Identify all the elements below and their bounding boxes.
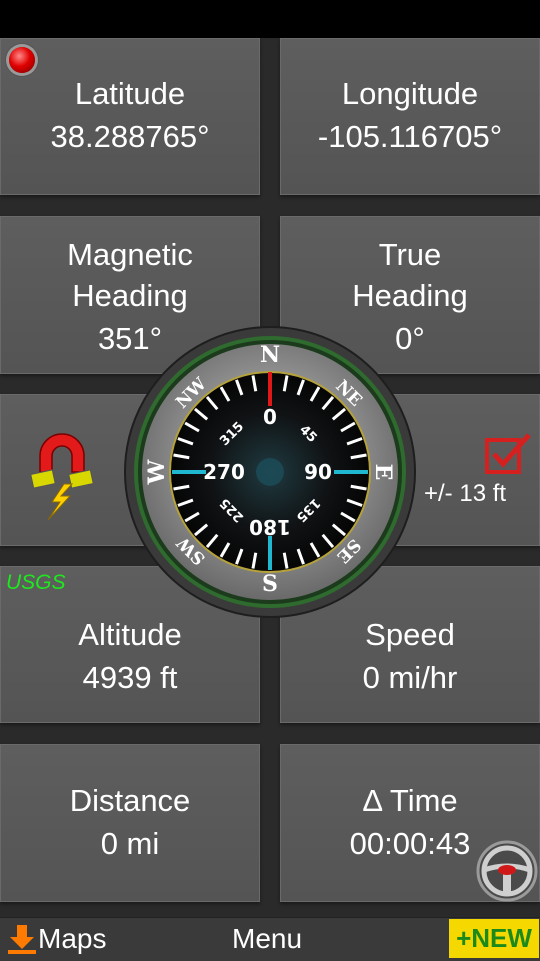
status-bar bbox=[0, 0, 540, 38]
magnetic-heading-label-1: Magnetic bbox=[67, 237, 193, 272]
degree-270: 270 bbox=[203, 460, 245, 484]
latitude-value: 38.288765° bbox=[50, 119, 210, 154]
degree-90: 90 bbox=[304, 460, 332, 484]
delta-time-value: 00:00:43 bbox=[349, 825, 471, 861]
download-icon bbox=[8, 925, 36, 954]
longitude-value: -105.116705° bbox=[317, 119, 503, 154]
usgs-badge: USGS bbox=[6, 571, 66, 594]
accuracy-value: +/- 13 ft bbox=[424, 480, 507, 507]
new-label: +NEW bbox=[456, 923, 532, 953]
degree-0: 0 bbox=[263, 405, 277, 429]
compass-s: S bbox=[262, 571, 278, 597]
speed-value: 0 mi/hr bbox=[362, 660, 458, 695]
latitude-tile[interactable]: Latitude 38.288765° bbox=[0, 38, 260, 195]
compass-w: W bbox=[144, 459, 170, 485]
compass-center bbox=[256, 458, 284, 486]
compass-e: E bbox=[370, 464, 396, 481]
magnet-icon[interactable] bbox=[26, 432, 98, 520]
distance-value: 0 mi bbox=[100, 825, 160, 861]
latitude-label: Latitude bbox=[74, 76, 186, 111]
menu-button[interactable]: Menu bbox=[232, 920, 302, 958]
new-button[interactable]: +NEW bbox=[449, 919, 539, 958]
compass-n: N bbox=[260, 342, 280, 368]
degree-180: 180 bbox=[249, 515, 291, 539]
longitude-label: Longitude bbox=[341, 76, 479, 111]
altitude-label: Altitude bbox=[78, 617, 182, 652]
altitude-value: 4939 ft bbox=[82, 660, 178, 695]
distance-label: Distance bbox=[69, 782, 191, 818]
maps-label: Maps bbox=[38, 923, 107, 954]
longitude-tile[interactable]: Longitude -105.116705° bbox=[280, 38, 540, 195]
true-heading-label-1: True bbox=[378, 237, 442, 272]
maps-button[interactable]: Maps bbox=[6, 920, 106, 958]
steering-wheel-icon[interactable] bbox=[476, 840, 538, 902]
magnetic-heading-label-2: Heading bbox=[72, 278, 188, 313]
checkbox-icon[interactable] bbox=[484, 432, 532, 476]
speed-label: Speed bbox=[365, 617, 455, 652]
menu-label: Menu bbox=[232, 923, 303, 954]
distance-tile[interactable]: Distance 0 mi bbox=[0, 744, 260, 902]
true-heading-label-2: Heading bbox=[352, 278, 468, 313]
compass-dial[interactable]: N S W E NW NE SE SW 0 180 270 90 45 135 … bbox=[124, 326, 416, 618]
delta-time-label: Δ Time bbox=[362, 782, 458, 818]
record-icon[interactable] bbox=[9, 47, 35, 73]
